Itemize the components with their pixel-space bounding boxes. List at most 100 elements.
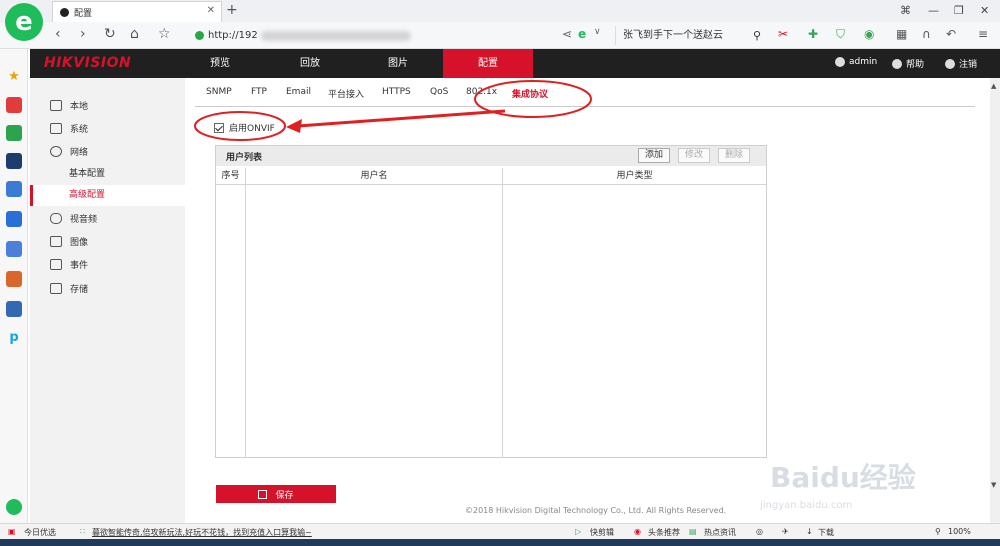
search-box[interactable]: 张飞到手下一个送赵云 ⚲ bbox=[615, 26, 765, 45]
maximize-icon[interactable]: ❐ bbox=[954, 4, 964, 17]
game2-icon[interactable] bbox=[6, 271, 22, 287]
status-news-link[interactable]: 暮欲智能传奇,倍攻新玩法,好玩不花钱，找到充值入口算我输~ bbox=[92, 527, 312, 538]
user-name: admin bbox=[849, 57, 878, 67]
hot-news-icon: ▤ bbox=[689, 527, 697, 536]
image-icon bbox=[50, 235, 62, 247]
menu-picture[interactable]: 图片 bbox=[353, 49, 443, 78]
scrollbar[interactable]: ▲ ▼ bbox=[990, 78, 1000, 523]
status-hot-news[interactable]: 热点资讯 bbox=[704, 527, 736, 538]
url-text: http://192 bbox=[208, 30, 258, 41]
tab-platform[interactable]: 平台接入 bbox=[328, 87, 364, 100]
save-button[interactable]: 保存 bbox=[216, 485, 336, 503]
onvif-option[interactable]: 启用ONVIF bbox=[214, 121, 275, 134]
share-icon[interactable]: ⋖ bbox=[562, 27, 572, 41]
onvif-checkbox[interactable] bbox=[214, 122, 224, 133]
status-today-pick[interactable]: 今日优选 bbox=[24, 527, 56, 538]
user-table: 序号 用户名 用户类型 bbox=[216, 168, 766, 458]
favorites-icon[interactable]: ★ bbox=[6, 69, 22, 85]
app-news-icon[interactable] bbox=[6, 153, 22, 169]
sidebar-item-system[interactable]: 系统 bbox=[30, 117, 185, 139]
zoom-icon: ⚲ bbox=[935, 527, 941, 536]
status-headlines[interactable]: 头条推荐 bbox=[648, 527, 680, 538]
game-icon[interactable]: ◉ bbox=[864, 27, 874, 41]
sidebar-item-label: 视音频 bbox=[70, 214, 98, 225]
shield-icon[interactable]: ⛉ bbox=[836, 27, 845, 42]
url-field[interactable]: http://192 bbox=[195, 26, 560, 45]
new-tab-button[interactable]: + bbox=[226, 2, 238, 18]
mail-icon[interactable] bbox=[6, 125, 22, 141]
minimize-icon[interactable]: — bbox=[928, 4, 939, 17]
menu-preview[interactable]: 预览 bbox=[175, 49, 265, 78]
megaphone-icon: ∷ bbox=[80, 527, 86, 536]
browser-tab[interactable]: 配置 ✕ bbox=[52, 1, 222, 22]
sidebar-item-network[interactable]: 网络 bbox=[30, 140, 185, 162]
user-menu[interactable]: admin bbox=[835, 57, 877, 67]
tab-ftp[interactable]: FTP bbox=[251, 87, 267, 97]
tab-integration-protocol[interactable]: 集成协议 bbox=[512, 87, 548, 100]
help-icon bbox=[892, 58, 902, 69]
menu-icon[interactable]: ≡ bbox=[978, 27, 988, 41]
sidebar-item-label: 图像 bbox=[70, 237, 89, 248]
add-button[interactable]: 添加 bbox=[638, 148, 671, 163]
apps-icon[interactable]: ▦ bbox=[896, 27, 907, 41]
sidebar-sub-basic[interactable]: 基本配置 bbox=[30, 164, 185, 185]
home-icon[interactable]: ⌂ bbox=[130, 26, 139, 42]
back-icon[interactable]: ‹ bbox=[55, 26, 61, 42]
os-taskbar bbox=[0, 539, 1000, 546]
search-icon[interactable]: ⚲ bbox=[753, 26, 761, 45]
sidebar-item-label: 网络 bbox=[70, 147, 89, 158]
translate-icon[interactable]: ✚ bbox=[808, 27, 818, 41]
tab-close-icon[interactable]: ✕ bbox=[207, 5, 215, 16]
tab-8021x[interactable]: 802.1x bbox=[466, 87, 497, 97]
sidebar-item-label: 本地 bbox=[70, 101, 89, 112]
status-zoom[interactable]: 100% bbox=[948, 527, 971, 536]
tab-qos[interactable]: QoS bbox=[430, 87, 448, 97]
browser-sidebar: ★ p bbox=[0, 49, 28, 523]
speed-icon[interactable]: ◎ bbox=[756, 527, 763, 536]
dropdown-chevron-icon[interactable]: ∨ bbox=[594, 27, 601, 37]
scroll-down-icon[interactable]: ▼ bbox=[991, 481, 996, 489]
edit-button[interactable]: 修改 bbox=[678, 148, 711, 163]
sidebar-item-local[interactable]: 本地 bbox=[30, 94, 185, 116]
skin-icon[interactable]: ⌘ bbox=[900, 4, 911, 17]
browser-tabbar: 配置 ✕ + ⌘ — ❐ ✕ bbox=[0, 0, 1000, 22]
game1-icon[interactable] bbox=[6, 241, 22, 257]
delete-button[interactable]: 删除 bbox=[718, 148, 751, 163]
game3-icon[interactable] bbox=[6, 301, 22, 317]
watermark-url: jingyan.baidu.com bbox=[760, 500, 853, 511]
logout-label: 注销 bbox=[959, 60, 978, 70]
status-quick-clip[interactable]: 快剪辑 bbox=[590, 527, 614, 538]
tab-https[interactable]: HTTPS bbox=[382, 87, 411, 97]
engine-icon[interactable]: e bbox=[578, 27, 586, 41]
menu-config[interactable]: 配置 bbox=[443, 49, 533, 78]
refresh-icon[interactable]: ↻ bbox=[104, 26, 116, 42]
notes-icon[interactable] bbox=[6, 181, 22, 197]
sidebar-item-event[interactable]: 事件 bbox=[30, 253, 185, 275]
tab-email[interactable]: Email bbox=[286, 87, 311, 97]
sidebar-sub-advanced[interactable]: 高级配置 bbox=[30, 185, 185, 206]
sidebar-item-label: 事件 bbox=[70, 260, 89, 271]
cut-icon[interactable]: ✂ bbox=[778, 27, 788, 41]
add-app-icon[interactable] bbox=[6, 499, 22, 515]
download-icon: ↓ bbox=[806, 527, 813, 536]
headset-icon[interactable]: ∩ bbox=[922, 27, 931, 41]
close-window-icon[interactable]: ✕ bbox=[980, 4, 989, 17]
tab-snmp[interactable]: SNMP bbox=[206, 87, 232, 97]
weibo-icon[interactable] bbox=[6, 97, 22, 113]
undo-icon[interactable]: ↶ bbox=[946, 27, 956, 41]
menu-playback[interactable]: 回放 bbox=[265, 49, 355, 78]
sidebar-item-video-audio[interactable]: 视音频 bbox=[30, 207, 185, 229]
help-link[interactable]: 帮助 bbox=[892, 57, 924, 70]
sidebar-item-storage[interactable]: 存储 bbox=[30, 277, 185, 299]
scroll-up-icon[interactable]: ▲ bbox=[991, 82, 996, 90]
column-header: 用户名 bbox=[246, 168, 502, 185]
p-app-icon[interactable]: p bbox=[6, 330, 22, 346]
sidebar-item-image[interactable]: 图像 bbox=[30, 230, 185, 252]
bookmark-star-icon[interactable]: ☆ bbox=[158, 26, 171, 42]
pin-icon[interactable]: ✈ bbox=[782, 527, 789, 536]
logout-link[interactable]: 注销 bbox=[945, 57, 977, 70]
user-list-title: 用户列表 bbox=[226, 152, 263, 163]
forward-icon[interactable]: › bbox=[80, 26, 86, 42]
status-download[interactable]: 下载 bbox=[818, 527, 834, 538]
chat-icon[interactable] bbox=[6, 211, 22, 227]
